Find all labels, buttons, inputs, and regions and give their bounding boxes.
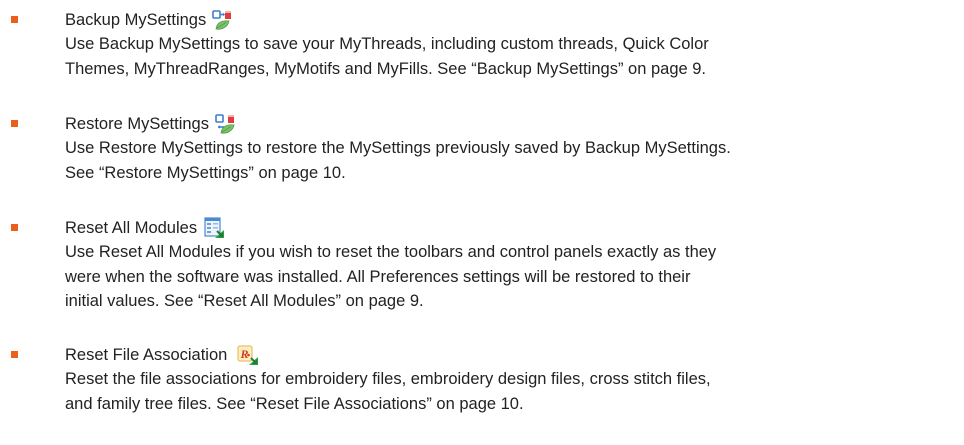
item-title-text: Reset File Association [65,346,228,364]
item-description: Use Backup MySettings to save your MyThr… [65,35,709,78]
bullet-marker [11,120,18,127]
item-title-text: Restore MySettings [65,115,209,133]
reset-all-modules-icon[interactable] [203,217,225,239]
backup-mysettings-icon[interactable] [212,9,234,31]
restore-mysettings-icon[interactable] [215,113,237,135]
bullet-marker [11,224,18,231]
svg-text:R: R [240,347,249,361]
bullet-marker [11,16,18,23]
item-description: Reset the file associations for embroide… [65,370,711,413]
item-title: Reset All Modules [65,217,225,239]
item-title-text: Backup MySettings [65,11,207,29]
item-description: Use Restore MySettings to restore the My… [65,139,731,182]
reset-file-association-icon[interactable]: R [237,344,259,366]
item-title: Reset File Association R [65,344,259,366]
item-title: Backup MySettings [65,9,234,31]
bullet-marker [11,351,18,358]
item-title-text: Reset All Modules [65,219,198,237]
item-description: Use Reset All Modules if you wish to res… [65,243,717,310]
item-title: Restore MySettings [65,113,237,135]
